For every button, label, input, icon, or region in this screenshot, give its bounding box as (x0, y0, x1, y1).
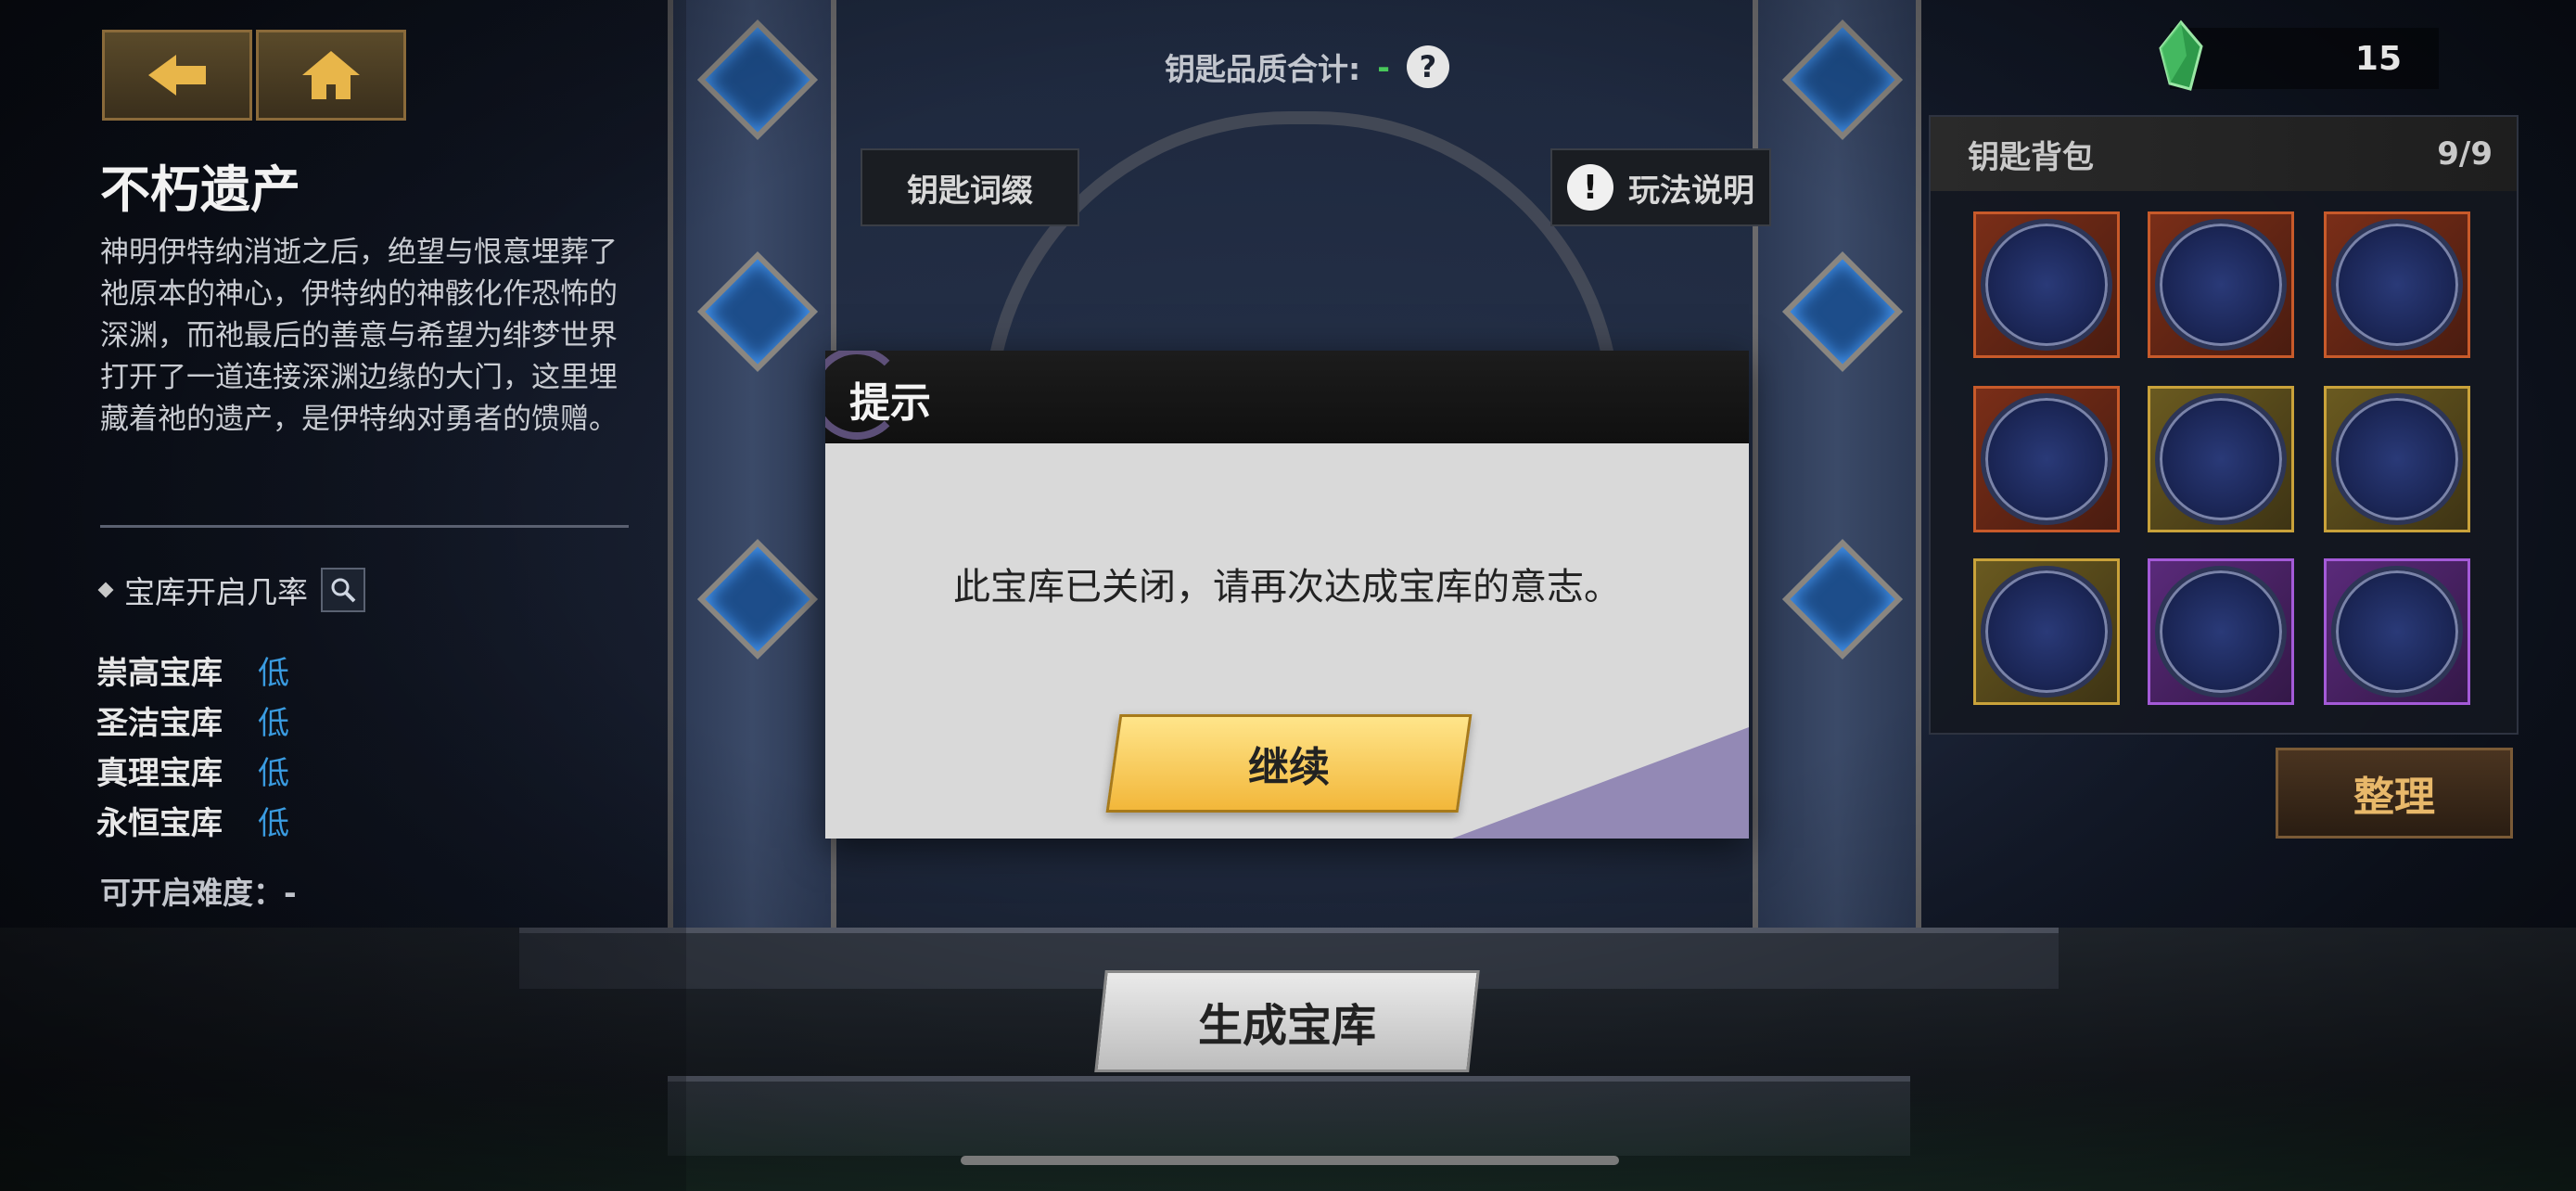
key-emblem-icon (2331, 566, 2463, 698)
quality-label: 钥匙品质合计: (1165, 51, 1361, 87)
rules-label: 玩法说明 (1628, 172, 1754, 210)
vault-name: 崇高宝库 (96, 655, 223, 692)
vault-rate-row: 圣洁宝库 低 (96, 698, 289, 743)
generate-vault-label: 生成宝库 (1197, 1000, 1376, 1052)
key-affix-button[interactable]: 钥匙词缀 (861, 148, 1079, 226)
key-slot[interactable] (1973, 386, 2120, 532)
continue-button[interactable]: 继续 (1105, 714, 1473, 813)
home-indicator[interactable] (961, 1156, 1619, 1165)
vault-rate: 低 (258, 755, 289, 792)
open-rate-section: 宝库开启几率 (97, 568, 365, 612)
bullet-diamond-icon (97, 582, 114, 598)
currency-display: 15 (2159, 19, 2439, 91)
key-slot[interactable] (2148, 558, 2294, 705)
currency-amount: 15 (2354, 39, 2402, 78)
back-button[interactable] (102, 30, 252, 121)
generate-vault-button[interactable]: 生成宝库 (1094, 970, 1480, 1072)
quality-value: - (1377, 48, 1390, 85)
help-icon[interactable]: ? (1406, 45, 1449, 88)
pillar-gem (696, 250, 819, 373)
difficulty-label: 可开启难度：- (100, 875, 297, 911)
key-bag-count: 9/9 (2437, 135, 2493, 173)
key-slot[interactable] (2324, 211, 2470, 358)
green-crystal-icon (2159, 19, 2203, 91)
key-emblem-icon (2155, 393, 2287, 525)
key-emblem-icon (1981, 566, 2112, 698)
key-emblem-icon (2331, 393, 2463, 525)
key-quality-total: 钥匙品质合计: - ? (1165, 45, 1449, 89)
vault-name: 永恒宝库 (96, 805, 223, 842)
dialog-header: 提示 (825, 351, 1749, 443)
vault-rate: 低 (258, 805, 289, 842)
divider (100, 525, 629, 528)
key-bag-header: 钥匙背包 9/9 (1931, 117, 2517, 191)
key-slot[interactable] (1973, 211, 2120, 358)
open-rate-label: 宝库开启几率 (124, 574, 308, 610)
sort-label: 整理 (2353, 774, 2435, 821)
right-pillar (1753, 0, 1921, 983)
dialog-title: 提示 (849, 379, 931, 427)
pillar-gem (1781, 538, 1904, 660)
sort-button[interactable]: 整理 (2276, 748, 2513, 839)
lore-description: 神明伊特纳消逝之后，绝望与恨意埋葬了祂原本的神心，伊特纳的神骸化作恐怖的深渊，而… (100, 236, 618, 436)
key-emblem-icon (1981, 219, 2112, 351)
vault-name: 圣洁宝库 (96, 705, 223, 742)
key-slot[interactable] (2324, 558, 2470, 705)
back-arrow-icon (148, 55, 206, 96)
pillar-gem (1781, 250, 1904, 373)
exclamation-icon: ! (1567, 164, 1613, 211)
vault-rate-row: 永恒宝库 低 (96, 798, 289, 843)
continue-label: 继续 (1248, 744, 1330, 791)
rules-button[interactable]: ! 玩法说明 (1550, 148, 1771, 226)
key-affix-label: 钥匙词缀 (907, 172, 1033, 210)
key-emblem-icon (1981, 393, 2112, 525)
magnifier-icon[interactable] (321, 568, 365, 612)
vault-rate: 低 (258, 655, 289, 692)
vault-rate: 低 (258, 705, 289, 742)
key-slot[interactable] (1973, 558, 2120, 705)
left-pillar (668, 0, 836, 983)
key-emblem-icon (2155, 566, 2287, 698)
key-slot[interactable] (2148, 211, 2294, 358)
pillar-gem (1781, 19, 1904, 141)
key-bag-panel: 钥匙背包 9/9 (1929, 115, 2519, 735)
home-button[interactable] (256, 30, 406, 121)
key-emblem-icon (2331, 219, 2463, 351)
pillar-gem (696, 538, 819, 660)
key-slot[interactable] (2324, 386, 2470, 532)
pillar-gem (696, 19, 819, 141)
page-title: 不朽遗产 (100, 160, 300, 219)
vault-rate-row: 真理宝库 低 (96, 748, 289, 793)
key-emblem-icon (2155, 219, 2287, 351)
key-bag-title: 钥匙背包 (1968, 138, 2094, 176)
key-slot[interactable] (2148, 386, 2294, 532)
vault-name: 真理宝库 (96, 755, 223, 792)
vault-rate-row: 崇高宝库 低 (96, 647, 289, 693)
home-icon (302, 51, 360, 99)
dialog-decoration (1452, 727, 1749, 839)
dialog-message: 此宝库已关闭，请再次达成宝库的意志。 (953, 566, 1621, 608)
notice-dialog: 提示 此宝库已关闭，请再次达成宝库的意志。 继续 (825, 351, 1749, 839)
